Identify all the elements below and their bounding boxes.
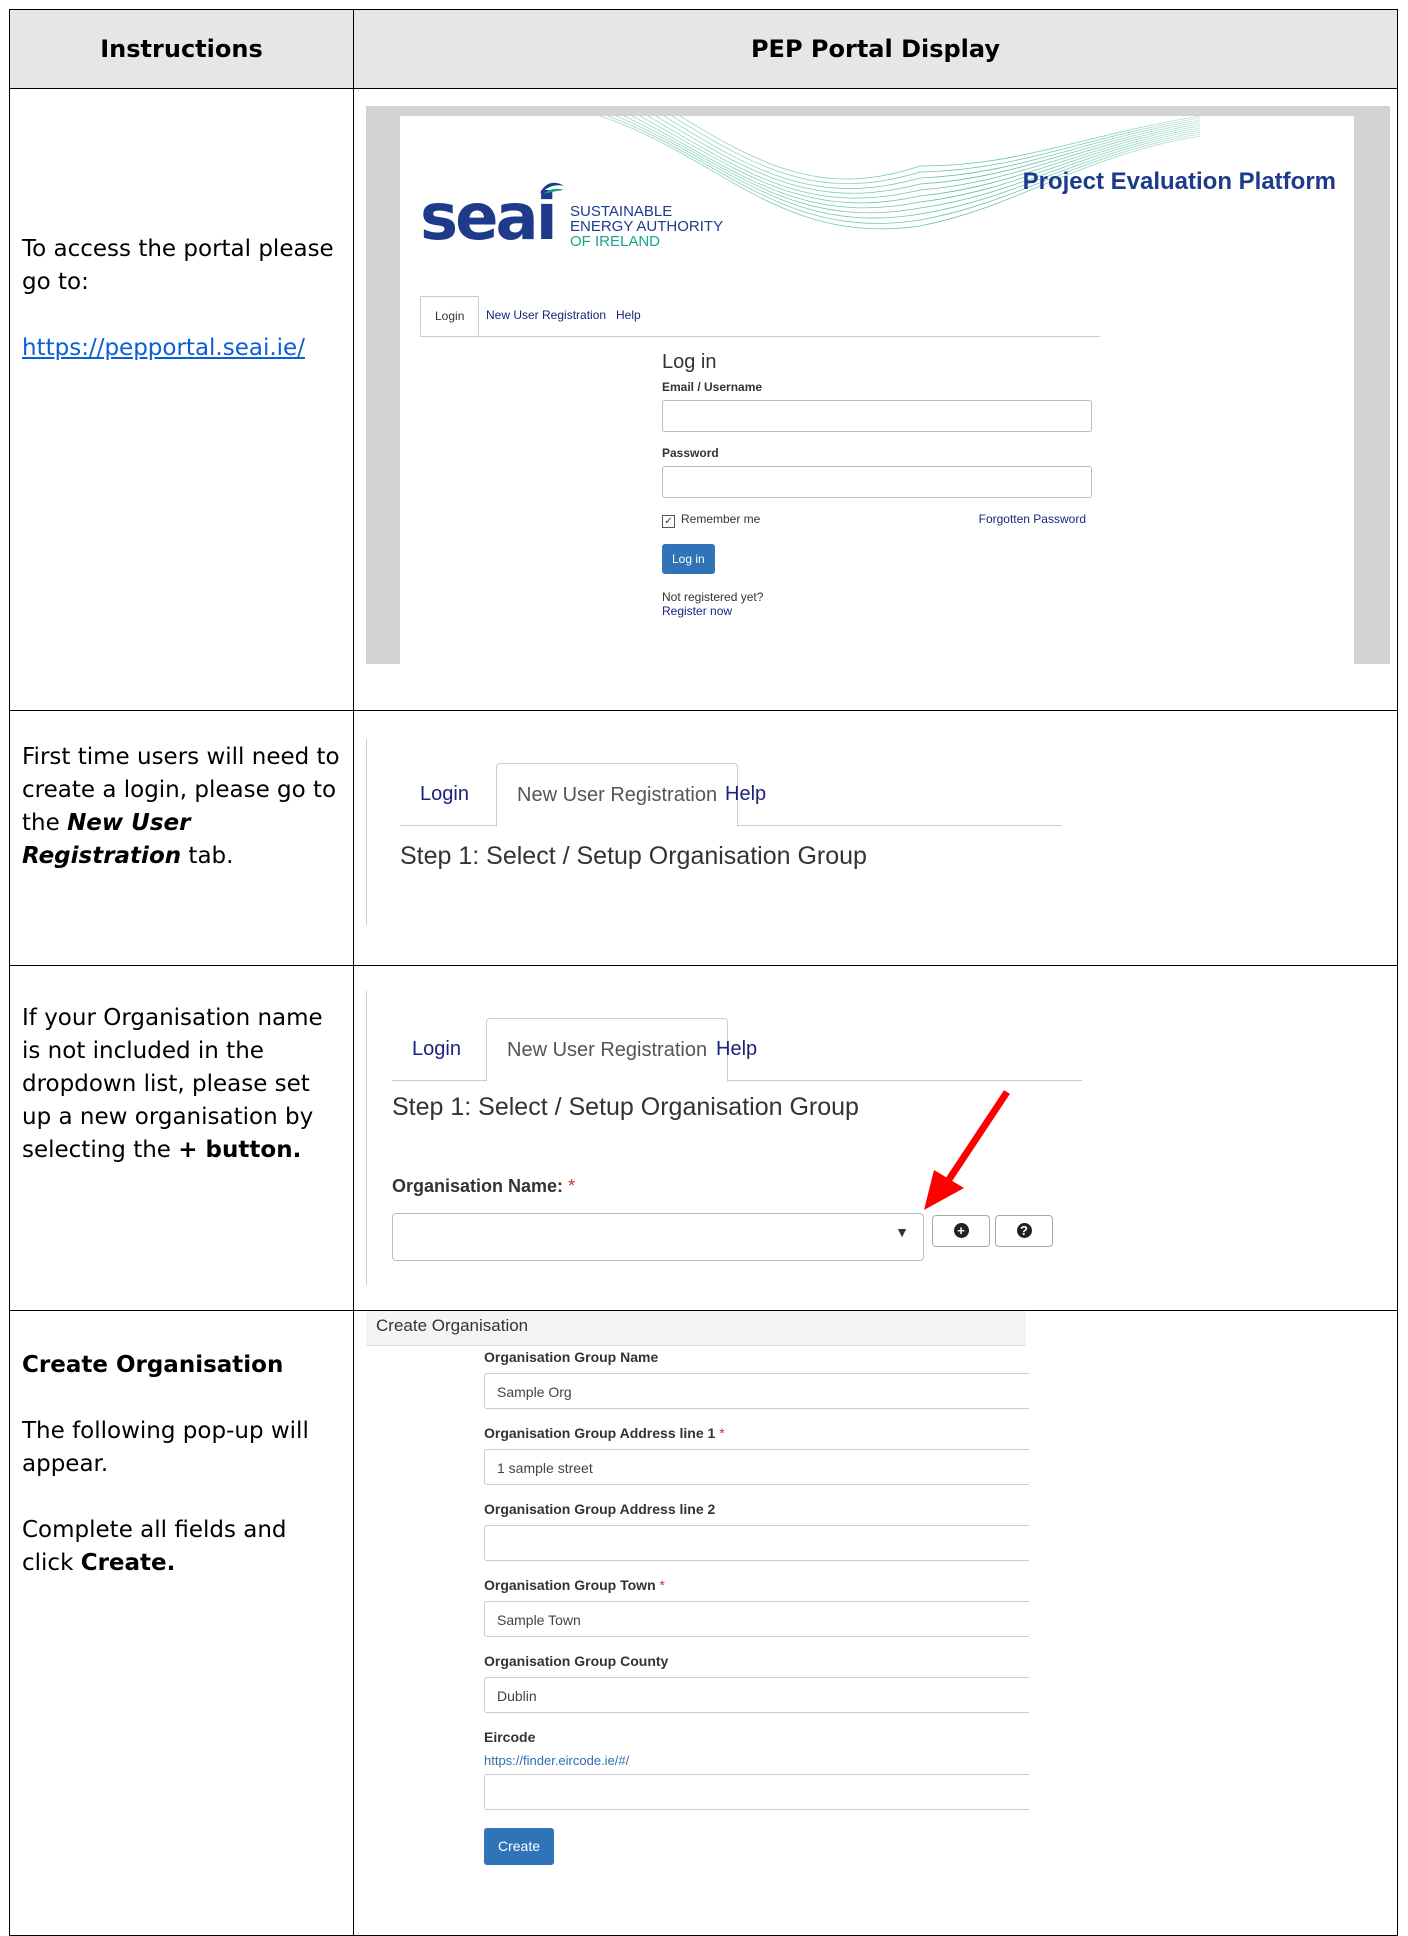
- create-button[interactable]: Create: [484, 1828, 555, 1865]
- step-heading: Step 1: Select / Setup Organisation Grou…: [400, 842, 867, 870]
- red-arrow-icon: [924, 1090, 1010, 1210]
- create-organisation-form: Organisation Group Name Sample Org Organ…: [484, 1349, 1029, 1865]
- town-input[interactable]: Sample Town: [484, 1601, 1029, 1637]
- question-circle-icon: ?: [1016, 1223, 1032, 1239]
- seai-logo: seai SUSTAINABLE ENERGY AUTHORITY OF IRE…: [420, 182, 723, 250]
- tab-login[interactable]: Login: [392, 1018, 481, 1080]
- field-label: Organisation Group County: [484, 1653, 669, 1669]
- registration-screenshot: Login New User Registration Help Step 1:…: [366, 739, 1067, 925]
- field-label: Organisation Group Name: [484, 1349, 659, 1365]
- login-screenshot: Project Evaluation Platform seai SUSTAIN…: [366, 106, 1390, 664]
- row1-display: Project Evaluation Platform seai SUSTAIN…: [353, 88, 1398, 711]
- organisation-group-name-input[interactable]: Sample Org: [484, 1373, 1029, 1409]
- tab-help[interactable]: Help: [602, 296, 655, 334]
- login-heading: Log in: [662, 351, 717, 373]
- email-field[interactable]: [662, 400, 1092, 432]
- tab-help[interactable]: Help: [705, 763, 786, 825]
- row2-instructions: First time users will need to create a l…: [9, 710, 354, 966]
- address-line2-input[interactable]: [484, 1525, 1029, 1561]
- row3-instructions: If your Organisation name is not include…: [9, 965, 354, 1311]
- create-org-heading: Create Organisation: [22, 1352, 284, 1378]
- tab-new-user-registration[interactable]: New User Registration: [496, 763, 739, 827]
- popup-title: Create Organisation: [366, 1311, 1026, 1346]
- password-label: Password: [662, 446, 719, 460]
- field-label: Organisation Group Address line 2: [484, 1501, 716, 1517]
- header-display: PEP Portal Display: [353, 9, 1398, 89]
- eircode-input[interactable]: [484, 1774, 1029, 1810]
- eircode-finder-link[interactable]: https://finder.eircode.ie/#/: [484, 1753, 1029, 1768]
- organisation-name-label: Organisation Name: *: [392, 1176, 576, 1196]
- tab-new-user-registration[interactable]: New User Registration: [472, 296, 620, 334]
- complete-text: Complete all fields and click Create.: [22, 1517, 287, 1576]
- step-heading: Step 1: Select / Setup Organisation Grou…: [392, 1093, 859, 1121]
- tab-new-user-registration[interactable]: New User Registration: [486, 1018, 729, 1082]
- address-line1-input[interactable]: 1 sample street: [484, 1449, 1029, 1485]
- password-field[interactable]: [662, 466, 1092, 498]
- login-form: Log in Email / Username Password ✓ Rememb…: [662, 351, 1092, 618]
- login-button[interactable]: Log in: [662, 544, 715, 574]
- row3-display: Login New User Registration Help Step 1:…: [353, 965, 1398, 1311]
- instructions-table: Instructions PEP Portal Display To acces…: [9, 9, 1398, 1936]
- header-instructions: Instructions: [9, 9, 354, 89]
- tab-login[interactable]: Login: [400, 763, 489, 825]
- remember-checkbox[interactable]: ✓: [662, 515, 675, 528]
- not-registered-text: Not registered yet?: [662, 590, 764, 604]
- plus-circle-icon: +: [953, 1223, 969, 1239]
- row1-instructions: To access the portal please go to: https…: [9, 88, 354, 711]
- popup-text: The following pop-up will appear.: [22, 1418, 309, 1477]
- eircode-label: Eircode: [484, 1729, 536, 1745]
- registration-text: First time users will need to create a l…: [22, 744, 340, 869]
- row4-display: Create Organisation Organisation Group N…: [353, 1310, 1398, 1936]
- county-input[interactable]: Dublin: [484, 1677, 1029, 1713]
- logo-swoosh-icon: [540, 182, 564, 194]
- row4-instructions: Create Organisation The following pop-up…: [9, 1310, 354, 1936]
- login-tabs: Login New User Registration Help: [420, 296, 1100, 337]
- add-organisation-button[interactable]: +: [932, 1215, 990, 1247]
- organisation-select[interactable]: ▼: [392, 1213, 924, 1261]
- forgotten-password-link[interactable]: Forgotten Password: [979, 512, 1086, 526]
- portal-link[interactable]: https://pepportal.seai.ie/: [22, 335, 305, 361]
- organisation-text: If your Organisation name is not include…: [22, 1005, 323, 1163]
- register-now-link[interactable]: Register now: [662, 604, 1092, 618]
- access-text: To access the portal please go to:: [22, 236, 334, 295]
- platform-title: Project Evaluation Platform: [1022, 168, 1336, 195]
- remember-label: Remember me: [681, 512, 761, 526]
- field-label: Organisation Group Address line 1 *: [484, 1425, 725, 1441]
- tab-login[interactable]: Login: [420, 296, 480, 336]
- field-label: Organisation Group Town *: [484, 1577, 665, 1593]
- tab-help[interactable]: Help: [696, 1018, 777, 1080]
- help-button[interactable]: ?: [995, 1215, 1053, 1247]
- organisation-screenshot: Login New User Registration Help Step 1:…: [366, 991, 1107, 1285]
- row2-display: Login New User Registration Help Step 1:…: [353, 710, 1398, 966]
- dropdown-caret-icon: ▼: [895, 1224, 909, 1240]
- email-label: Email / Username: [662, 380, 763, 394]
